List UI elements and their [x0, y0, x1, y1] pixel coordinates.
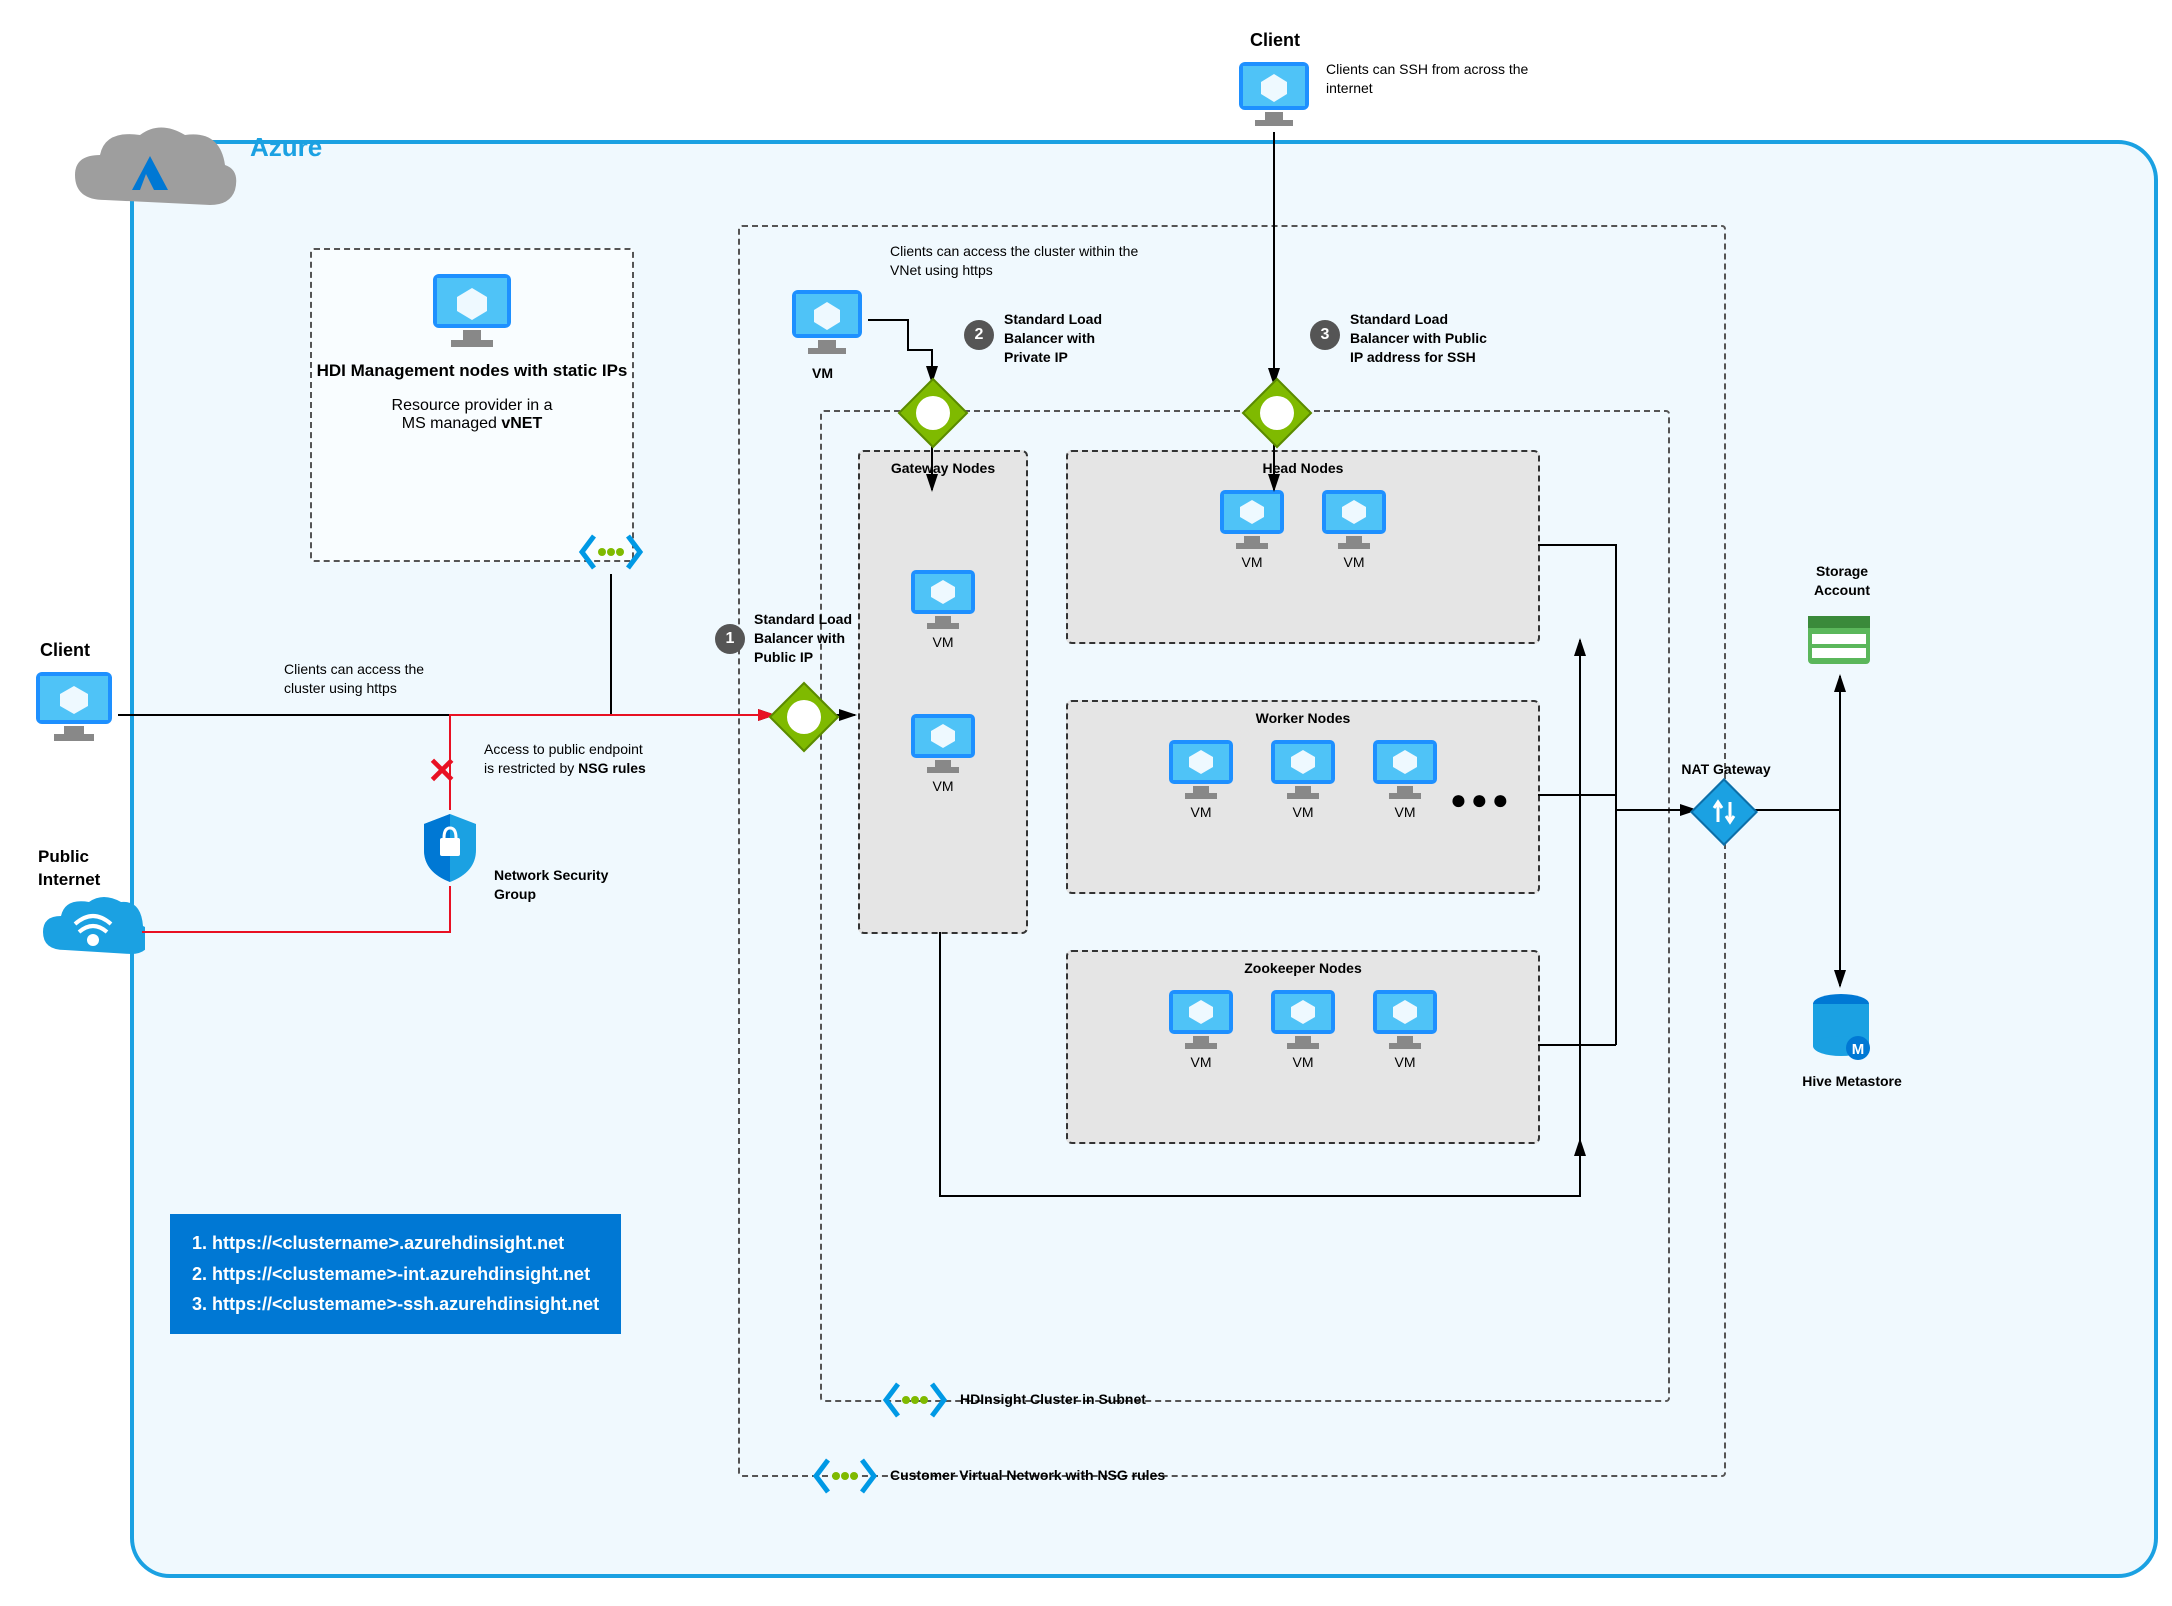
vm-client-label: VM: [812, 364, 833, 383]
worker-vm-2: VM: [1267, 736, 1339, 820]
gateway-title: Gateway Nodes: [860, 460, 1026, 476]
svg-text:M: M: [1852, 1041, 1865, 1058]
storage-label: Storage Account: [1792, 562, 1892, 600]
url-3: 3. https://<clustemame>-ssh.azurehdinsig…: [192, 1289, 599, 1320]
zoo-vm-3: VM: [1369, 986, 1441, 1070]
lb1-num: 1: [715, 624, 745, 654]
head-panel: Head Nodes VM VM: [1066, 450, 1540, 644]
gateway-vm-2: VM: [860, 710, 1026, 794]
storage-icon: [1804, 612, 1874, 671]
client-left-desc: Clients can access the cluster using htt…: [284, 660, 454, 698]
lb2-num: 2: [964, 320, 994, 350]
nat-arrows-icon: [1706, 794, 1742, 830]
hdi-mgmt-title: HDI Management nodes with static IPs: [312, 361, 632, 381]
nsg-shield-icon: [418, 810, 482, 889]
head-title: Head Nodes: [1068, 460, 1538, 476]
worker-title: Worker Nodes: [1068, 710, 1538, 726]
url-2: 2. https://<clustemame>-int.azurehdinsig…: [192, 1259, 599, 1290]
customer-vnet-icon: [810, 1454, 880, 1501]
lb3-label: Standard LoadBalancer with PublicIP addr…: [1350, 310, 1540, 367]
zoo-vm-2: VM: [1267, 986, 1339, 1070]
vm-client-desc: Clients can access the cluster within th…: [890, 242, 1150, 280]
gateway-vm-1: VM: [860, 566, 1026, 650]
url-legend-box: 1. https://<clustername>.azurehdinsight.…: [170, 1214, 621, 1334]
nsg-label: Network Security Group: [494, 866, 644, 904]
hdi-mgmt-box: HDI Management nodes with static IPs Res…: [310, 248, 634, 562]
lb3-num: 3: [1310, 320, 1340, 350]
worker-vm-3: VM: [1369, 736, 1441, 820]
hive-label: Hive Metastore: [1802, 1072, 1902, 1091]
lb2-label: Standard LoadBalancer withPrivate IP: [1004, 310, 1154, 367]
hdi-desc-b: MS managed: [402, 415, 502, 432]
subnet-vnet-icon: [880, 1378, 950, 1425]
azure-cloud-icon: [60, 120, 240, 233]
subnet-label: HDInsight Cluster in Subnet: [960, 1390, 1146, 1409]
client-top-title: Client: [1250, 28, 1300, 52]
client-left-title: Client: [40, 638, 90, 662]
head-vm-2: VM: [1318, 486, 1390, 570]
hdi-desc-a: Resource provider in a: [392, 397, 553, 414]
gateway-panel: Gateway Nodes VM VM: [858, 450, 1028, 934]
client-top-desc: Clients can SSH from across the internet: [1326, 60, 1546, 98]
public-internet-icon: [35, 892, 145, 973]
worker-vm-1: VM: [1165, 736, 1237, 820]
zoo-vm-1: VM: [1165, 986, 1237, 1070]
head-vm-1: VM: [1216, 486, 1288, 570]
nat-label: NAT Gateway: [1666, 760, 1786, 779]
vnet-label: Customer Virtual Network with NSG rules: [890, 1466, 1165, 1485]
hdi-vnet-peer-icon: [576, 530, 646, 577]
hive-icon: M: [1808, 992, 1874, 1067]
worker-ellipsis-icon: ●●●: [1450, 784, 1513, 816]
zoo-panel: Zookeeper Nodes VM VM VM: [1066, 950, 1540, 1144]
nsg-block-x-icon: ✕: [427, 750, 457, 792]
nsg-desc: Access to public endpoint is restricted …: [484, 740, 649, 778]
azure-title: Azure: [250, 130, 322, 165]
public-internet-label: Public Internet: [38, 846, 138, 892]
hdi-desc-c: vNET: [501, 415, 542, 432]
url-1: 1. https://<clustername>.azurehdinsight.…: [192, 1228, 599, 1259]
diagram-canvas: Azure Client Clients can SSH from across…: [20, 20, 2172, 1586]
vm-client-icon: [788, 286, 866, 361]
client-top-icon: [1235, 58, 1313, 133]
client-left-icon: [32, 668, 116, 747]
zoo-title: Zookeeper Nodes: [1068, 960, 1538, 976]
